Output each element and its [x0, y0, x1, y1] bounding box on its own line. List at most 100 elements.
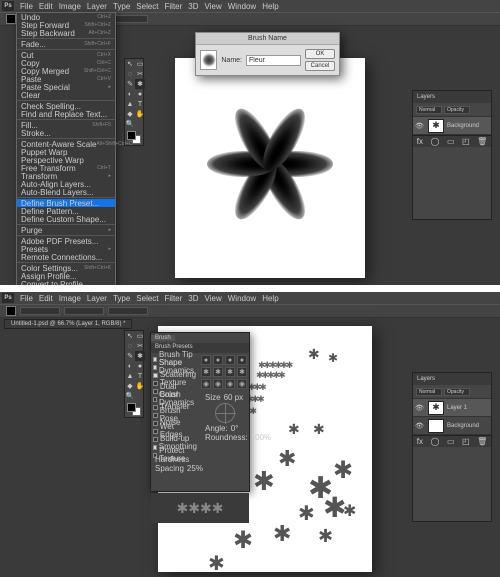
- menu-item[interactable]: Color Settings...Shift+Ctrl+K: [17, 264, 115, 272]
- menu-type[interactable]: Type: [113, 294, 130, 303]
- menu-image[interactable]: Image: [59, 2, 81, 11]
- tool-button[interactable]: ▲: [125, 99, 135, 109]
- brush-tip[interactable]: ●: [201, 355, 211, 365]
- tool-button[interactable]: ▭: [135, 59, 145, 69]
- menu-file[interactable]: File: [20, 294, 33, 303]
- visibility-icon[interactable]: 👁: [415, 404, 425, 412]
- menu-item[interactable]: Clear: [17, 91, 115, 99]
- brush-panel-tab[interactable]: Brush: [151, 335, 175, 341]
- menu-item[interactable]: Check Spelling...: [17, 102, 115, 110]
- layer-footer-icon[interactable]: ▭: [447, 437, 455, 446]
- tool-button[interactable]: ▲: [125, 371, 135, 381]
- tool-button[interactable]: ✱: [135, 351, 145, 361]
- layer-footer-icon[interactable]: fx: [417, 437, 423, 446]
- menu-item[interactable]: Step BackwardAlt+Ctrl+Z: [17, 29, 115, 37]
- tool-button[interactable]: ◐: [125, 89, 135, 99]
- menu-view[interactable]: View: [205, 2, 222, 11]
- menu-layer[interactable]: Layer: [87, 294, 107, 303]
- brush-tool-icon[interactable]: [6, 14, 16, 24]
- menu-image[interactable]: Image: [59, 294, 81, 303]
- tool-button[interactable]: ◐: [125, 361, 135, 371]
- tool-button[interactable]: ✋: [135, 109, 145, 119]
- layer-row-bg[interactable]: 👁 Background: [413, 117, 491, 135]
- menu-window[interactable]: Window: [228, 294, 256, 303]
- menu-item[interactable]: Fill...Shift+F5: [17, 121, 115, 129]
- menu-type[interactable]: Type: [113, 2, 130, 11]
- menu-3d[interactable]: 3D: [188, 294, 198, 303]
- tool-button[interactable]: 🔍: [125, 391, 135, 401]
- menu-item[interactable]: Adobe PDF Presets...: [17, 237, 115, 245]
- brush-tip[interactable]: ◉: [225, 379, 235, 389]
- menu-help[interactable]: Help: [262, 294, 278, 303]
- menu-item[interactable]: Define Brush Preset...: [17, 199, 115, 207]
- tool-button[interactable]: ✂: [135, 341, 145, 351]
- layer-footer-icon[interactable]: 🗑: [477, 437, 487, 446]
- menu-item[interactable]: Purge▸: [17, 226, 115, 234]
- brush-tip[interactable]: ●: [237, 355, 247, 365]
- layer-footer-icon[interactable]: ◰: [462, 137, 470, 146]
- menu-edit[interactable]: Edit: [39, 294, 53, 303]
- tool-button[interactable]: ●: [135, 89, 145, 99]
- layer-footer-icon[interactable]: ▭: [447, 137, 455, 146]
- menu-help[interactable]: Help: [262, 2, 278, 11]
- menu-item[interactable]: CopyCtrl+C: [17, 59, 115, 67]
- menu-item[interactable]: Presets▸: [17, 245, 115, 253]
- tool-button[interactable]: ✱: [135, 79, 145, 89]
- visibility-icon[interactable]: 👁: [415, 422, 425, 430]
- document-tab[interactable]: Untitled-1.psd @ 66.7% (Layer 1, RGB/8) …: [4, 319, 132, 329]
- menu-3d[interactable]: 3D: [188, 2, 198, 11]
- tool-button[interactable]: ✎: [125, 79, 135, 89]
- menu-item[interactable]: Find and Replace Text...: [17, 110, 115, 118]
- menu-item[interactable]: Define Custom Shape...: [17, 215, 115, 223]
- angle-value[interactable]: 0°: [231, 424, 239, 433]
- layer-row[interactable]: 👁 Background: [413, 417, 491, 435]
- brush-tip[interactable]: ✱: [225, 367, 235, 377]
- menu-item[interactable]: Auto-Align Layers...: [17, 180, 115, 188]
- layer-row[interactable]: 👁 Layer 1: [413, 399, 491, 417]
- brush-tip[interactable]: ●: [225, 355, 235, 365]
- menu-item[interactable]: Puppet Warp: [17, 148, 115, 156]
- brush-tool-icon[interactable]: [6, 306, 16, 316]
- menu-file[interactable]: File: [20, 2, 33, 11]
- tool-button[interactable]: ↖: [125, 59, 135, 69]
- tool-button[interactable]: ✋: [135, 381, 145, 391]
- brush-name-input[interactable]: [246, 55, 301, 66]
- tool-button[interactable]: ◆: [125, 381, 135, 391]
- brush-tip[interactable]: ✱: [201, 367, 211, 377]
- menu-item[interactable]: Convert to Profile...: [17, 280, 115, 285]
- angle-control[interactable]: [215, 403, 235, 423]
- tool-button[interactable]: T: [135, 99, 145, 109]
- tool-button[interactable]: ▭: [135, 331, 145, 341]
- tool-button[interactable]: ●: [135, 361, 145, 371]
- menu-item[interactable]: PasteCtrl+V: [17, 75, 115, 83]
- menu-item[interactable]: Stroke...: [17, 129, 115, 137]
- brush-tip[interactable]: ●: [213, 355, 223, 365]
- menu-item[interactable]: Free TransformCtrl+T: [17, 164, 115, 172]
- menu-item[interactable]: Content-Aware ScaleAlt+Shift+Ctrl+C: [17, 140, 115, 148]
- menu-item[interactable]: UndoCtrl+Z: [17, 13, 115, 21]
- menu-item[interactable]: Define Pattern...: [17, 207, 115, 215]
- blend-mode-select[interactable]: Normal: [416, 388, 442, 396]
- fg-bg-colors[interactable]: [125, 401, 143, 417]
- tool-button[interactable]: ↖: [125, 331, 135, 341]
- menu-window[interactable]: Window: [228, 2, 256, 11]
- menu-layer[interactable]: Layer: [87, 2, 107, 11]
- tool-button[interactable]: ◆: [125, 109, 135, 119]
- menu-item[interactable]: Auto-Blend Layers...: [17, 188, 115, 196]
- opt-field[interactable]: [108, 307, 148, 315]
- ok-button[interactable]: OK: [305, 49, 335, 59]
- menu-select[interactable]: Select: [136, 294, 158, 303]
- tool-button[interactable]: 🔍: [125, 119, 135, 129]
- layer-footer-icon[interactable]: fx: [417, 137, 423, 146]
- brush-tip[interactable]: ◉: [201, 379, 211, 389]
- menu-edit[interactable]: Edit: [39, 2, 53, 11]
- canvas[interactable]: [175, 58, 365, 278]
- brush-tip[interactable]: ◉: [237, 379, 247, 389]
- layer-footer-icon[interactable]: 🗑: [477, 137, 487, 146]
- tool-button[interactable]: ✂: [135, 69, 145, 79]
- menu-item[interactable]: Perspective Warp: [17, 156, 115, 164]
- tool-button[interactable]: ◌: [125, 69, 135, 79]
- opt-field[interactable]: [64, 307, 104, 315]
- blend-mode-select[interactable]: Normal: [416, 106, 442, 114]
- menu-item[interactable]: Assign Profile...: [17, 272, 115, 280]
